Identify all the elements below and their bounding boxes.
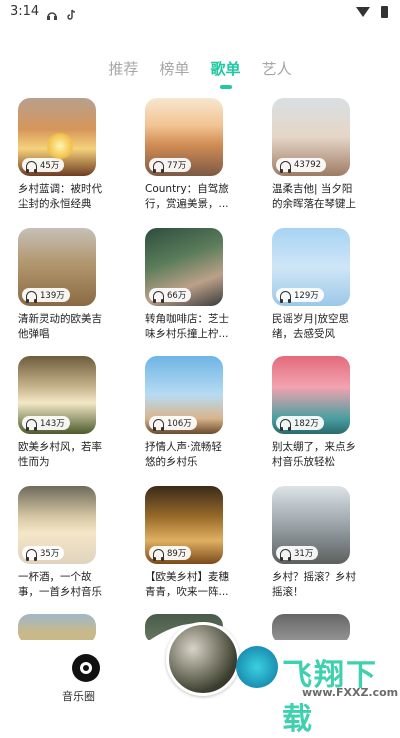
playlist-card[interactable]: 43792 温柔吉他| 当夕阳的余晖落在琴键上 bbox=[272, 98, 372, 212]
headphones-icon bbox=[280, 548, 291, 561]
playlist-title[interactable]: 抒情人声·流畅轻悠的乡村乐 bbox=[145, 440, 231, 470]
playlist-cover[interactable]: 129万 bbox=[272, 228, 350, 306]
playlist-cover[interactable]: 89万 bbox=[145, 486, 223, 564]
play-count: 89万 bbox=[167, 549, 187, 559]
play-count: 106万 bbox=[167, 419, 192, 429]
playlist-title[interactable]: 别太绷了，来点乡村音乐放轻松 bbox=[272, 440, 358, 470]
play-count-badge: 129万 bbox=[276, 288, 324, 303]
headphones-icon bbox=[26, 160, 37, 173]
music-circle-label[interactable]: 音乐圈 bbox=[62, 688, 95, 704]
playlist-card[interactable]: 45万 乡村蓝调：被时代尘封的永恒经典 bbox=[18, 98, 118, 212]
playlist-card[interactable]: 31万 乡村？摇滚？乡村摇滚！ bbox=[272, 486, 372, 600]
headphones-icon bbox=[280, 160, 291, 173]
headphones-icon bbox=[280, 290, 291, 303]
play-count-badge: 43792 bbox=[276, 158, 327, 173]
headphones-status-icon bbox=[46, 6, 58, 20]
status-time: 3:14 bbox=[10, 4, 40, 19]
playlist-card[interactable]: 139万 清新灵动的欧美吉他弹唱 bbox=[18, 228, 118, 342]
battery-icon bbox=[381, 6, 388, 18]
playlist-card[interactable]: 66万 转角咖啡店：芝士味乡村乐撞上柠... bbox=[145, 228, 245, 342]
tab-artists[interactable]: 艺人 bbox=[262, 58, 292, 89]
play-count: 45万 bbox=[40, 161, 60, 171]
playlist-cover[interactable]: 77万 bbox=[145, 98, 223, 176]
playlist-cover[interactable]: 143万 bbox=[18, 356, 96, 434]
playlist-cover[interactable]: 45万 bbox=[18, 98, 96, 176]
playlist-title[interactable]: Country：自驾旅行，赏遍美景，... bbox=[145, 182, 231, 212]
play-count-badge: 45万 bbox=[22, 158, 65, 173]
music-circle-icon[interactable] bbox=[72, 654, 100, 682]
playlist-card[interactable]: 35万 一杯酒，一个故事，一首乡村音乐 bbox=[18, 486, 118, 600]
play-count: 35万 bbox=[40, 549, 60, 559]
play-count-badge: 31万 bbox=[276, 546, 319, 561]
play-count-badge: 106万 bbox=[149, 416, 197, 431]
headphones-icon bbox=[153, 418, 164, 431]
headphones-icon bbox=[26, 290, 37, 303]
now-playing-disc[interactable] bbox=[166, 622, 240, 696]
watermark-url: www.FXXZ.com bbox=[302, 686, 399, 699]
playlist-title[interactable]: 乡村？摇滚？乡村摇滚！ bbox=[272, 570, 358, 600]
playlist-cover[interactable]: 35万 bbox=[18, 486, 96, 564]
play-count: 139万 bbox=[40, 291, 65, 301]
playlist-cover[interactable]: 43792 bbox=[272, 98, 350, 176]
play-count: 31万 bbox=[294, 549, 314, 559]
tab-playlists[interactable]: 歌单 bbox=[211, 58, 241, 89]
playlist-cover[interactable]: 106万 bbox=[145, 356, 223, 434]
tab-recommend[interactable]: 推荐 bbox=[108, 58, 138, 89]
status-bar: 3:14 bbox=[0, 0, 400, 24]
playlist-title[interactable]: 乡村蓝调：被时代尘封的永恒经典 bbox=[18, 182, 104, 212]
playlist-card[interactable]: 89万 【欧美乡村】麦穗青青，吹来一阵... bbox=[145, 486, 245, 600]
play-count-badge: 77万 bbox=[149, 158, 192, 173]
top-tabs: 推荐 榜单 歌单 艺人 bbox=[0, 58, 400, 92]
headphones-icon bbox=[26, 548, 37, 561]
play-count-badge: 139万 bbox=[22, 288, 70, 303]
wifi-icon bbox=[356, 7, 370, 17]
playlist-title[interactable]: 一杯酒，一个故事，一首乡村音乐 bbox=[18, 570, 104, 600]
play-count: 43792 bbox=[294, 160, 322, 170]
playlist-title[interactable]: 转角咖啡店：芝士味乡村乐撞上柠... bbox=[145, 312, 231, 342]
play-count-badge: 143万 bbox=[22, 416, 70, 431]
playlist-cover[interactable]: 139万 bbox=[18, 228, 96, 306]
playlist-title[interactable]: 清新灵动的欧美吉他弹唱 bbox=[18, 312, 104, 342]
playlist-title[interactable]: 民谣岁月|放空思绪，去感受风 bbox=[272, 312, 358, 342]
playlist-card[interactable]: 77万 Country：自驾旅行，赏遍美景，... bbox=[145, 98, 245, 212]
playlist-title[interactable]: 欧美乡村风，若率性而为 bbox=[18, 440, 104, 470]
headphones-icon bbox=[153, 160, 164, 173]
tab-charts[interactable]: 榜单 bbox=[159, 58, 189, 89]
play-count: 77万 bbox=[167, 161, 187, 171]
playlist-card[interactable]: 106万 抒情人声·流畅轻悠的乡村乐 bbox=[145, 356, 245, 470]
playlist-title[interactable]: 温柔吉他| 当夕阳的余晖落在琴键上 bbox=[272, 182, 358, 212]
play-count: 182万 bbox=[294, 419, 319, 429]
playlist-cover[interactable]: 182万 bbox=[272, 356, 350, 434]
playlist-card[interactable]: 182万 别太绷了，来点乡村音乐放轻松 bbox=[272, 356, 372, 470]
playlist-title[interactable]: 【欧美乡村】麦穗青青，吹来一阵... bbox=[145, 570, 231, 600]
play-count: 129万 bbox=[294, 291, 319, 301]
playlist-card[interactable]: 129万 民谣岁月|放空思绪，去感受风 bbox=[272, 228, 372, 342]
play-count-badge: 89万 bbox=[149, 546, 192, 561]
playlist-cover[interactable]: 66万 bbox=[145, 228, 223, 306]
play-count-badge: 35万 bbox=[22, 546, 65, 561]
play-count-badge: 182万 bbox=[276, 416, 324, 431]
watermark-mark-icon bbox=[236, 646, 278, 688]
playlist-cover[interactable]: 31万 bbox=[272, 486, 350, 564]
headphones-icon bbox=[153, 290, 164, 303]
watermark-logo: 飞翔下载 www.FXXZ.com bbox=[236, 640, 398, 737]
playlist-card[interactable]: 143万 欧美乡村风，若率性而为 bbox=[18, 356, 118, 470]
headphones-icon bbox=[26, 418, 37, 431]
headphones-icon bbox=[153, 548, 164, 561]
play-count: 66万 bbox=[167, 291, 187, 301]
play-count: 143万 bbox=[40, 419, 65, 429]
tiktok-status-icon bbox=[66, 6, 78, 20]
headphones-icon bbox=[280, 418, 291, 431]
play-count-badge: 66万 bbox=[149, 288, 192, 303]
